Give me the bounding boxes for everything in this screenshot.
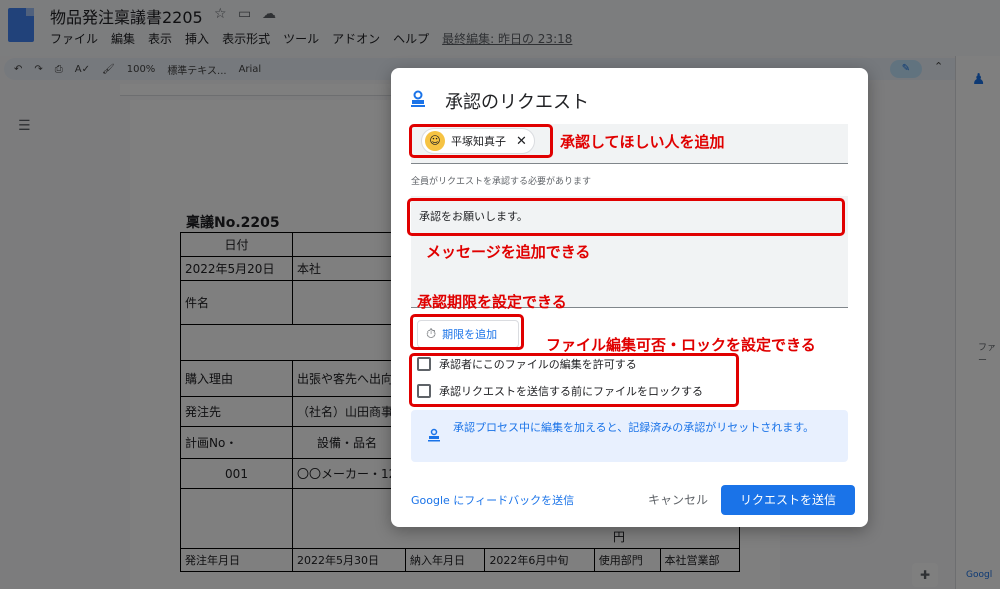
annotation-add-message: メッセージを追加できる bbox=[426, 243, 591, 261]
dialog-title: 承認のリクエスト bbox=[445, 92, 589, 113]
info-text: 承認プロセス中に編集を加えると、記録済みの承認がリセットされます。 bbox=[453, 421, 815, 434]
feedback-link[interactable]: Google にフィードバックを送信 bbox=[411, 492, 574, 508]
approval-stamp-icon bbox=[411, 90, 425, 107]
annotation-add-approver: 承認してほしい人を追加 bbox=[560, 133, 725, 151]
annotation-box-deadline bbox=[410, 314, 524, 350]
annotation-set-deadline: 承認期限を設定できる bbox=[417, 293, 567, 311]
cancel-button[interactable]: キャンセル bbox=[643, 486, 713, 514]
annotation-set-lock: ファイル編集可否・ロックを設定できる bbox=[546, 336, 816, 354]
info-box bbox=[411, 410, 848, 462]
send-request-button[interactable]: リクエストを送信 bbox=[721, 485, 855, 515]
annotation-box-lock bbox=[409, 353, 739, 407]
annotation-box-message bbox=[407, 198, 845, 236]
info-stamp-icon bbox=[428, 428, 440, 442]
annotation-box-approver bbox=[409, 124, 553, 158]
approval-note: 全員がリクエストを承認する必要があります bbox=[411, 177, 592, 187]
